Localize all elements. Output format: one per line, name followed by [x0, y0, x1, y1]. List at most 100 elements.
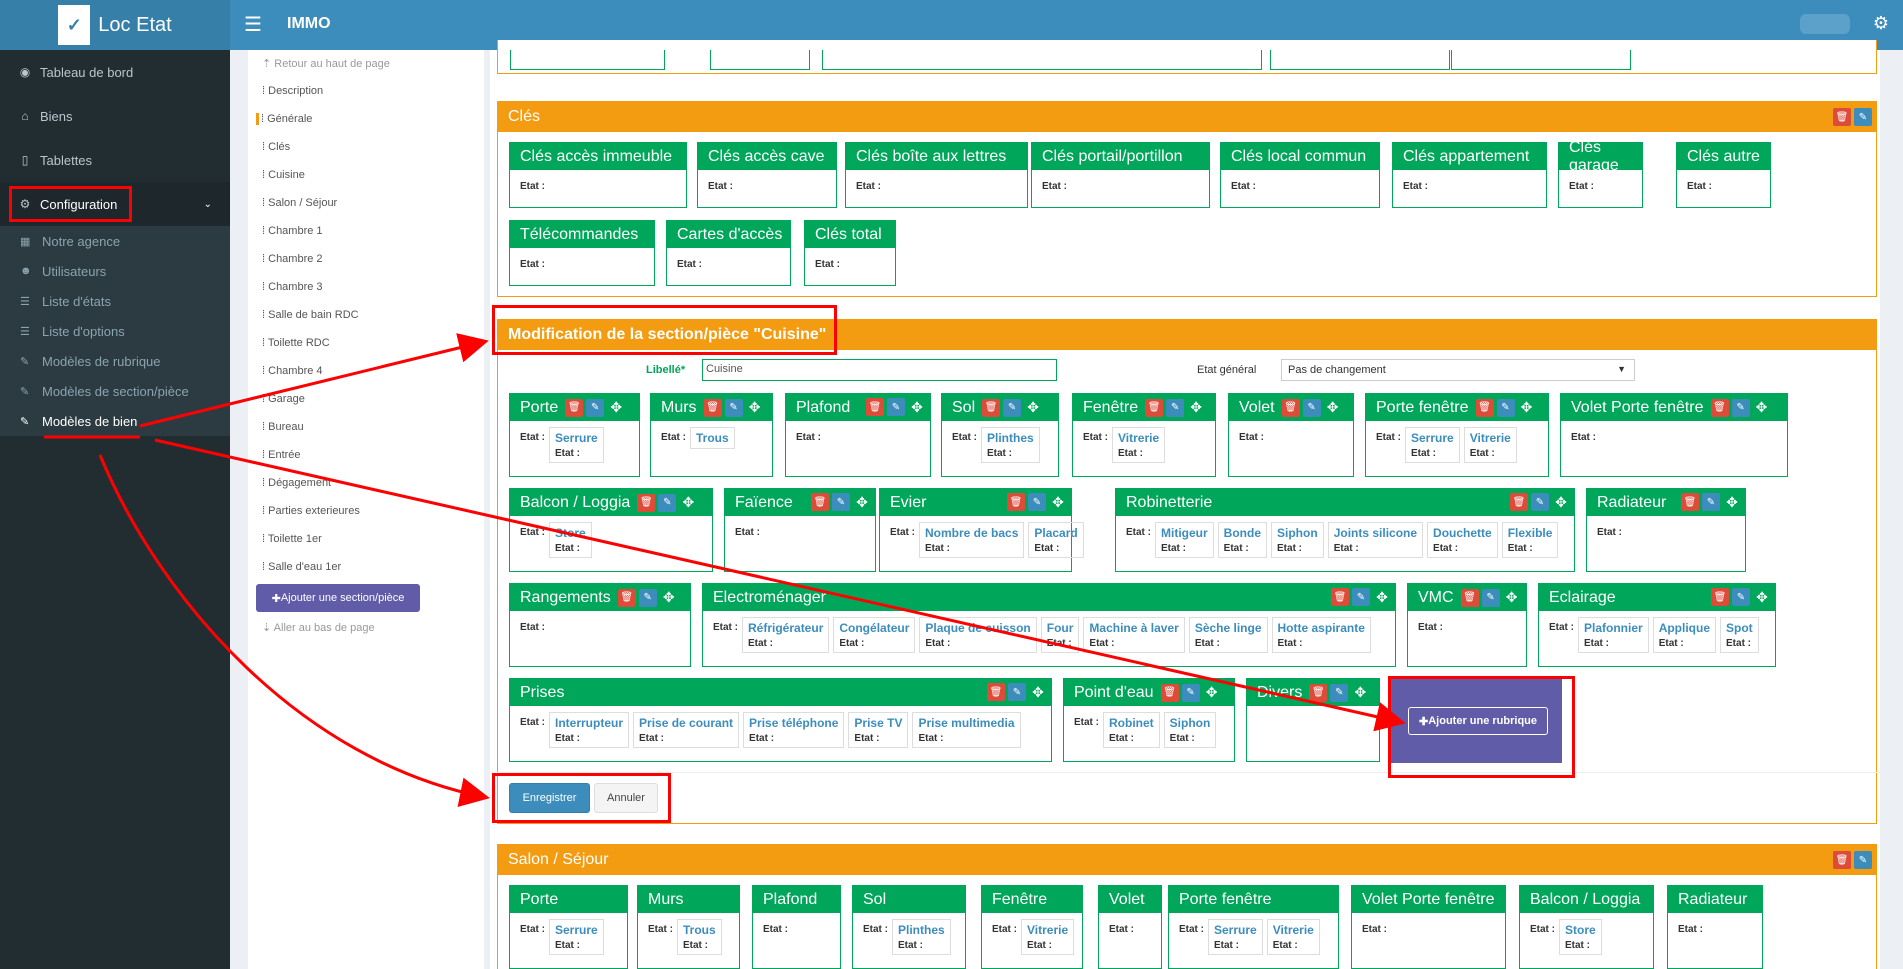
sub-rubrique[interactable]: Hotte aspirante Etat : [1271, 617, 1371, 653]
delete-icon[interactable]: 🗑 [1160, 683, 1179, 702]
nav-section-link[interactable]: ⁞ Description [262, 85, 323, 97]
sub-rubrique[interactable]: Vitrerie Etat : [1112, 427, 1166, 463]
move-icon[interactable]: ✥ [853, 493, 871, 511]
sidebar-item-tableau-de-bord[interactable]: ◉ Tableau de bord [0, 50, 230, 94]
edit-icon[interactable]: ✎ [1854, 851, 1872, 869]
move-icon[interactable]: ✥ [746, 399, 764, 417]
nav-section-link[interactable]: ⁞ Bureau [262, 421, 304, 433]
sub-rubrique[interactable]: Spot Etat : [1720, 617, 1759, 653]
sub-rubrique[interactable]: Douchette Etat : [1427, 522, 1498, 558]
sub-rubrique[interactable]: Siphon Etat : [1271, 522, 1324, 558]
sub-rubrique[interactable]: Serrure Etat : [549, 919, 604, 955]
submenu-item-2[interactable]: ☰ Liste d'états [0, 286, 230, 316]
delete-icon[interactable]: 🗑 [637, 493, 656, 512]
move-icon[interactable]: ✥ [1049, 493, 1067, 511]
sub-rubrique[interactable]: Plinthes Etat : [892, 919, 951, 955]
move-icon[interactable]: ✥ [1203, 684, 1221, 702]
edit-icon[interactable]: ✎ [1302, 398, 1321, 417]
delete-icon[interactable]: 🗑 [703, 398, 722, 417]
sub-rubrique[interactable]: Joints silicone Etat : [1327, 522, 1424, 558]
edit-icon[interactable]: ✎ [1854, 108, 1872, 126]
delete-icon[interactable]: 🗑 [565, 398, 584, 417]
app-logo[interactable]: ✓ Loc Etat [0, 0, 230, 50]
nav-section-link[interactable]: ⁞ Entrée [262, 449, 301, 461]
edit-icon[interactable]: ✎ [1181, 683, 1200, 702]
nav-section-link[interactable]: ⁞ Salle d'eau 1er [262, 561, 341, 573]
sub-rubrique[interactable]: Mitigeur Etat : [1155, 522, 1214, 558]
move-icon[interactable]: ✥ [1503, 589, 1521, 607]
move-icon[interactable]: ✥ [660, 589, 678, 607]
nav-section-link[interactable]: ⁞ Garage [262, 393, 305, 405]
submenu-item-0[interactable]: ▦ Notre agence [0, 226, 230, 256]
nav-section-link[interactable]: ⁞ Chambre 3 [262, 281, 323, 293]
edit-icon[interactable]: ✎ [1352, 588, 1370, 606]
edit-icon[interactable]: ✎ [1702, 493, 1720, 511]
delete-icon[interactable]: 🗑 [982, 398, 1001, 417]
sub-rubrique[interactable]: Placard Etat : [1028, 522, 1084, 558]
nav-section-link[interactable]: ⁞ Parties exterieures [262, 505, 360, 517]
edit-icon[interactable]: ✎ [1028, 493, 1046, 511]
sub-rubrique[interactable]: Plinthes Etat : [981, 427, 1040, 463]
edit-icon[interactable]: ✎ [586, 398, 605, 417]
delete-icon[interactable]: 🗑 [866, 398, 884, 416]
nav-section-link[interactable]: ⁞ Chambre 2 [262, 253, 323, 265]
sub-rubrique[interactable]: Serrure Etat : [1405, 427, 1460, 463]
delete-icon[interactable]: 🗑 [987, 683, 1005, 701]
move-icon[interactable]: ✥ [1723, 493, 1741, 511]
delete-icon[interactable]: 🗑 [1833, 851, 1851, 869]
sub-rubrique[interactable]: Siphon Etat : [1163, 712, 1217, 748]
delete-icon[interactable]: 🗑 [1475, 398, 1494, 417]
edit-icon[interactable]: ✎ [1531, 493, 1549, 511]
delete-icon[interactable]: 🗑 [617, 588, 636, 607]
nav-section-link[interactable]: ⁞ Toilette RDC [262, 337, 330, 349]
delete-icon[interactable]: 🗑 [1711, 588, 1729, 606]
sub-rubrique[interactable]: Machine à laver Etat : [1083, 617, 1185, 653]
sub-rubrique[interactable]: Bonde Etat : [1217, 522, 1268, 558]
submenu-item-1[interactable]: ☻ Utilisateurs [0, 256, 230, 286]
sub-rubrique[interactable]: Applique Etat : [1652, 617, 1717, 653]
edit-icon[interactable]: ✎ [1496, 398, 1515, 417]
sub-rubrique[interactable]: Vitrerie Etat : [1463, 427, 1517, 463]
sub-rubrique[interactable]: Plafonnier Etat : [1578, 617, 1649, 653]
move-icon[interactable]: ✥ [607, 399, 625, 417]
edit-icon[interactable]: ✎ [638, 588, 657, 607]
etat-general-select[interactable]: Pas de changement ▼ [1281, 359, 1635, 381]
submenu-item-5[interactable]: ✎ Modèles de section/pièce [0, 376, 230, 406]
settings-icon[interactable]: ⚙ [1873, 13, 1889, 34]
menu-toggle-icon[interactable]: ☰ [244, 12, 262, 37]
move-icon[interactable]: ✥ [1552, 493, 1570, 511]
edit-icon[interactable]: ✎ [832, 493, 850, 511]
delete-icon[interactable]: 🗑 [1331, 588, 1349, 606]
sub-rubrique[interactable]: Prise téléphone Etat : [743, 712, 845, 748]
delete-icon[interactable]: 🗑 [1833, 108, 1851, 126]
delete-icon[interactable]: 🗑 [1681, 493, 1699, 511]
delete-icon[interactable]: 🗑 [1145, 398, 1164, 417]
sub-rubrique[interactable]: Prise multimedia Etat : [912, 712, 1021, 748]
move-icon[interactable]: ✥ [908, 398, 926, 416]
move-icon[interactable]: ✥ [1324, 399, 1342, 417]
move-icon[interactable]: ✥ [1753, 588, 1771, 606]
user-menu-blurred[interactable] [1800, 14, 1850, 34]
sub-rubrique[interactable]: Congélateur Etat : [833, 617, 916, 653]
sub-rubrique[interactable]: Robinet Etat : [1103, 712, 1160, 748]
move-icon[interactable]: ✥ [679, 494, 697, 512]
edit-icon[interactable]: ✎ [1330, 683, 1349, 702]
move-icon[interactable]: ✥ [1351, 684, 1369, 702]
edit-icon[interactable]: ✎ [1008, 683, 1026, 701]
nav-section-link[interactable]: ⁞ Générale [256, 113, 312, 125]
edit-icon[interactable]: ✎ [658, 493, 677, 512]
sub-rubrique[interactable]: Vitrerie Etat : [1021, 919, 1075, 955]
nav-section-link[interactable]: ⁞ Chambre 4 [262, 365, 323, 377]
sub-rubrique[interactable]: Store Etat : [549, 522, 592, 558]
back-to-top-link[interactable]: ⇡ Retour au haut de page [262, 57, 390, 70]
sub-rubrique[interactable]: Plaque de cuisson Etat : [919, 617, 1037, 653]
edit-icon[interactable]: ✎ [1166, 398, 1185, 417]
cancel-button[interactable]: Annuler [594, 783, 658, 813]
sidebar-item-tablettes[interactable]: ▯ Tablettes [0, 138, 230, 182]
sub-rubrique[interactable]: Serrure Etat : [1208, 919, 1263, 955]
sub-rubrique[interactable]: Trous [690, 427, 735, 449]
edit-icon[interactable]: ✎ [1003, 398, 1022, 417]
move-icon[interactable]: ✥ [1373, 588, 1391, 606]
move-icon[interactable]: ✥ [1753, 399, 1771, 417]
delete-icon[interactable]: 🗑 [1281, 398, 1300, 417]
